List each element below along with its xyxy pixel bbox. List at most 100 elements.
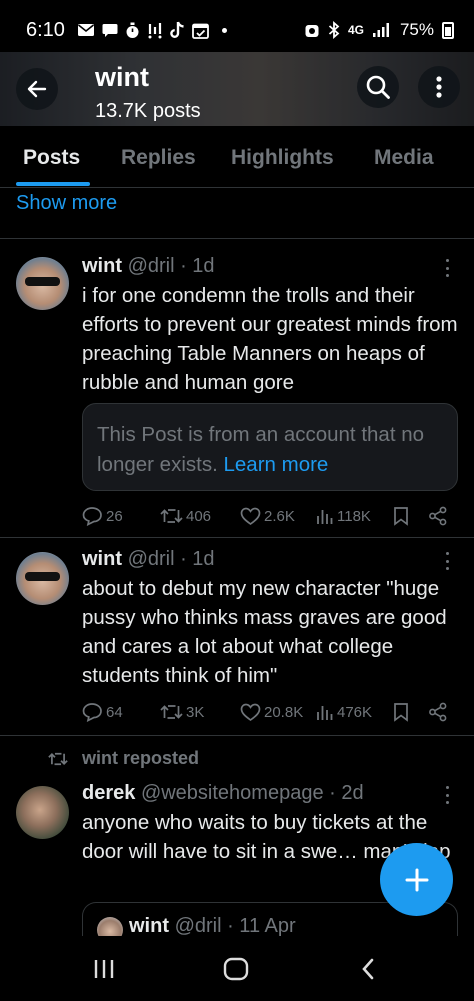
post-menu-dots-icon[interactable] bbox=[440, 552, 454, 570]
bookmark-button[interactable] bbox=[393, 504, 409, 528]
chevron-left-icon bbox=[362, 958, 374, 980]
post-text: about to debut my new character "huge pu… bbox=[82, 577, 447, 687]
post[interactable]: wint @dril · 1d about to debut my new ch… bbox=[0, 538, 474, 735]
quoted-author-meta: @dril · 11 Apr bbox=[174, 915, 296, 936]
post-header: wint @dril · 1d bbox=[82, 548, 215, 571]
chat-bubble-icon bbox=[102, 23, 118, 37]
active-tab-indicator bbox=[16, 182, 90, 186]
quoted-post-header: wint @dril · 11 Apr bbox=[129, 915, 296, 936]
quoted-author-name: wint bbox=[129, 915, 169, 936]
like-button[interactable]: 2.6K bbox=[240, 504, 295, 528]
share-button[interactable] bbox=[428, 700, 448, 724]
timer-icon bbox=[126, 22, 139, 38]
tab-media[interactable]: Media bbox=[374, 146, 434, 170]
notification-icons bbox=[77, 21, 227, 39]
unavailable-quote-box: This Post is from an account that no lon… bbox=[82, 403, 458, 491]
heart-icon bbox=[240, 703, 261, 721]
repost-button[interactable]: 3K bbox=[160, 700, 204, 724]
back-nav-button[interactable] bbox=[348, 952, 388, 986]
compose-post-button[interactable] bbox=[380, 843, 453, 916]
tiktok-icon bbox=[170, 21, 184, 38]
search-icon bbox=[366, 75, 390, 99]
avatar[interactable] bbox=[16, 786, 69, 839]
repost-label-text: wint reposted bbox=[82, 748, 200, 768]
author-name[interactable]: wint bbox=[82, 255, 122, 277]
repost-icon bbox=[48, 752, 68, 765]
repost-count: 3K bbox=[186, 703, 205, 721]
battery-icon bbox=[442, 21, 454, 39]
quoted-avatar bbox=[97, 917, 123, 936]
author-name[interactable]: wint bbox=[82, 548, 122, 570]
tab-replies[interactable]: Replies bbox=[121, 146, 196, 170]
show-more-link[interactable]: Show more bbox=[16, 192, 117, 215]
more-options-button[interactable] bbox=[418, 66, 460, 108]
repost-label: wint reposted bbox=[48, 748, 199, 769]
view-count: 476K bbox=[337, 703, 373, 721]
status-time: 6:10 bbox=[26, 18, 65, 41]
post[interactable]: wint @dril · 1d i for one condemn the tr… bbox=[0, 239, 474, 537]
post-text: i for one condemn the trolls and their e… bbox=[82, 284, 458, 394]
post-menu-dots-icon[interactable] bbox=[440, 786, 454, 804]
arrow-left-icon bbox=[27, 80, 47, 98]
reply-icon bbox=[82, 507, 102, 526]
views-button[interactable]: 476K bbox=[316, 700, 372, 724]
plus-icon bbox=[405, 868, 428, 891]
author-meta: @dril · 1d bbox=[127, 548, 215, 570]
vertical-dots-icon bbox=[436, 76, 442, 98]
tab-posts[interactable]: Posts bbox=[23, 146, 80, 170]
recent-apps-button[interactable] bbox=[84, 952, 124, 986]
tab-highlights[interactable]: Highlights bbox=[231, 146, 334, 170]
like-count: 2.6K bbox=[264, 507, 295, 525]
post-actions: 26 406 2.6K 118K bbox=[82, 504, 462, 528]
home-button[interactable] bbox=[216, 952, 256, 986]
reply-button[interactable]: 26 bbox=[82, 504, 123, 528]
repost-button[interactable]: 406 bbox=[160, 504, 211, 528]
search-button[interactable] bbox=[357, 66, 399, 108]
avatar-glasses-shape bbox=[25, 572, 60, 581]
views-bar-chart-icon bbox=[317, 510, 333, 524]
status-bar: 6:10 4G 75% bbox=[0, 0, 474, 60]
signal-icon bbox=[372, 23, 389, 37]
share-icon bbox=[429, 506, 447, 526]
bookmark-icon bbox=[394, 507, 408, 526]
post-count: 13.7K posts bbox=[95, 100, 201, 122]
reply-count: 64 bbox=[106, 703, 123, 721]
author-meta: @dril · 1d bbox=[127, 255, 215, 277]
reply-button[interactable]: 64 bbox=[82, 700, 123, 724]
share-icon bbox=[429, 702, 447, 722]
views-button[interactable]: 118K bbox=[316, 504, 371, 528]
profile-name: wint bbox=[95, 62, 149, 92]
profile-tabs: Posts Replies Highlights Media bbox=[0, 126, 474, 188]
profile-header: wint 13.7K posts bbox=[0, 52, 474, 126]
header-banner-overlay bbox=[0, 52, 474, 126]
bluetooth-icon bbox=[328, 21, 340, 39]
view-count: 118K bbox=[337, 507, 371, 525]
post-actions: 64 3K 20.8K 476K bbox=[82, 700, 462, 724]
battery-percent: 75% bbox=[399, 20, 434, 39]
like-count: 20.8K bbox=[264, 703, 304, 721]
repost-icon bbox=[160, 705, 183, 719]
bookmark-button[interactable] bbox=[393, 700, 409, 724]
system-navigation-bar bbox=[0, 936, 474, 1001]
recent-apps-icon bbox=[94, 960, 114, 978]
learn-more-link[interactable]: Learn more bbox=[223, 453, 328, 476]
bookmark-icon bbox=[394, 703, 408, 722]
like-button[interactable]: 20.8K bbox=[240, 700, 303, 724]
activity-icon bbox=[148, 22, 162, 38]
mail-icon bbox=[77, 24, 94, 36]
back-button[interactable] bbox=[16, 68, 58, 110]
avatar[interactable] bbox=[16, 257, 69, 310]
avatar[interactable] bbox=[16, 552, 69, 605]
post-menu-dots-icon[interactable] bbox=[440, 259, 454, 277]
network-type: 4G bbox=[347, 23, 364, 37]
post-header: derek @websitehomepage · 2d bbox=[82, 782, 364, 805]
repost-icon bbox=[160, 509, 183, 523]
more-notifications-dot-icon bbox=[221, 27, 227, 33]
post-header: wint @dril · 1d bbox=[82, 255, 215, 278]
author-name[interactable]: derek bbox=[82, 782, 135, 804]
views-bar-chart-icon bbox=[317, 706, 333, 720]
avatar-glasses-shape bbox=[25, 277, 60, 286]
reply-icon bbox=[82, 703, 102, 722]
heart-icon bbox=[240, 507, 261, 525]
share-button[interactable] bbox=[428, 504, 448, 528]
